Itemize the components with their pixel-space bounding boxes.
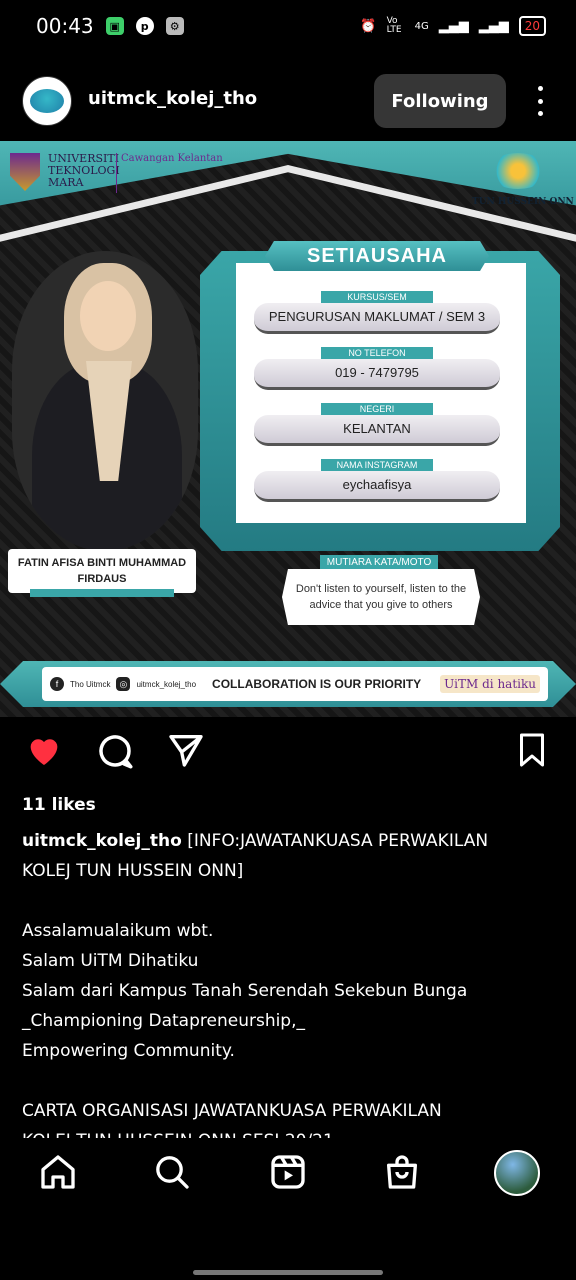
cawangan-label: Cawangan Kelantan <box>116 153 223 193</box>
field-label: NAMA INSTAGRAM <box>321 459 433 471</box>
username[interactable]: uitmck_kolej_tho <box>88 88 257 109</box>
field-value: KELANTAN <box>254 415 500 446</box>
field-label: NEGERI <box>321 403 433 415</box>
caption-username[interactable]: uitmck_kolej_tho <box>22 831 182 851</box>
search-icon[interactable] <box>152 1152 192 1192</box>
whatsapp-icon: ▣ <box>105 17 124 35</box>
comment-icon[interactable] <box>94 730 136 776</box>
profile-avatar[interactable] <box>22 76 72 126</box>
post-caption: uitmck_kolej_tho [INFO:JAWATANKUASA PERW… <box>22 826 562 1156</box>
caption-line: Salam dari Kampus Tanah Serendah Sekebun… <box>22 981 468 1001</box>
likes-count[interactable]: 11 likes <box>22 795 96 815</box>
name-card-accent <box>30 589 174 597</box>
caption-line: KOLEJ TUN HUSSEIN ONN] <box>22 861 244 881</box>
tho-logo <box>488 153 548 189</box>
settings-icon: ⚙ <box>165 17 184 35</box>
bottom-nav <box>0 1138 576 1214</box>
network-label: 4G <box>414 20 429 32</box>
post-image[interactable]: UNIVERSITI TEKNOLOGI MARA Cawangan Kelan… <box>0 141 576 717</box>
college-name: TUN HUSSEIN ONN <box>472 197 574 207</box>
footer-slogan: COLLABORATION IS OUR PRIORITY <box>212 677 422 691</box>
role-title: SETIAUSAHA <box>265 241 489 271</box>
post-actions <box>0 730 576 778</box>
uitm-name: UNIVERSITI TEKNOLOGI MARA <box>48 153 120 189</box>
field-instagram: NAMA INSTAGRAM eychaafisya <box>254 459 500 502</box>
pinterest-icon: p <box>135 17 154 35</box>
field-kursus: KURSUS/SEM PENGURUSAN MAKLUMAT / SEM 3 <box>254 291 500 334</box>
facebook-icon: f <box>50 677 64 691</box>
person-name-card: FATIN AFISA BINTI MUHAMMAD FIRDAUS <box>8 549 196 593</box>
avatar-logo <box>30 89 64 113</box>
caption-line: Empowering Community. <box>22 1041 235 1061</box>
motto-text: Don't listen to yourself, listen to the … <box>282 569 480 625</box>
volte-label: Vo LTE <box>386 16 402 35</box>
instagram-icon: ◎ <box>116 677 131 691</box>
post-header: uitmck_kolej_tho Following <box>0 72 576 130</box>
reels-icon[interactable] <box>268 1152 308 1192</box>
status-time: 00:43 <box>36 14 94 38</box>
profile-tab-avatar[interactable] <box>494 1150 540 1196</box>
caption-line: _Championing Datapreneurship,_ <box>22 1011 306 1031</box>
following-button[interactable]: Following <box>374 74 506 128</box>
home-indicator[interactable] <box>193 1270 383 1275</box>
home-icon[interactable] <box>38 1152 78 1192</box>
share-send-icon[interactable] <box>166 730 206 774</box>
uitm-name-line3: MARA <box>48 176 84 189</box>
like-heart-icon[interactable] <box>24 730 64 774</box>
field-telefon: NO TELEFON 019 - 7479795 <box>254 347 500 390</box>
field-negeri: NEGERI KELANTAN <box>254 403 500 446</box>
footer-instagram: uitmck_kolej_tho <box>136 679 197 689</box>
signal-icon: ▂▄▆ <box>438 18 469 34</box>
shop-icon[interactable] <box>382 1152 422 1192</box>
field-label: KURSUS/SEM <box>321 291 433 303</box>
field-value: PENGURUSAN MAKLUMAT / SEM 3 <box>254 303 500 334</box>
caption-line: Salam UiTM Dihatiku <box>22 951 199 971</box>
person-photo <box>12 251 198 551</box>
more-options-icon[interactable] <box>530 86 550 116</box>
alarm-icon: ⏰ <box>360 18 377 34</box>
battery-icon: 20 <box>518 16 546 36</box>
field-value: 019 - 7479795 <box>254 359 500 390</box>
footer-brand: UiTM di hatiku <box>440 675 540 693</box>
caption-line: Assalamualaikum wbt. <box>22 921 214 941</box>
footer-strip: f Tho Uitmck ◎ uitmck_kolej_tho COLLABOR… <box>42 667 548 701</box>
field-label: NO TELEFON <box>321 347 433 359</box>
signal-icon-2: ▂▄▆ <box>478 18 509 34</box>
footer-facebook: Tho Uitmck <box>70 679 111 689</box>
battery-level: 20 <box>524 19 540 33</box>
caption-blank <box>22 886 562 916</box>
person-face <box>80 281 136 351</box>
save-bookmark-icon[interactable] <box>514 730 550 774</box>
caption-blank <box>22 1066 562 1096</box>
field-value: eychaafisya <box>254 471 500 502</box>
motto-label: MUTIARA KATA/MOTO <box>320 555 438 571</box>
caption-line: [INFO:JAWATANKUASA PERWAKILAN <box>187 831 489 851</box>
status-bar: 00:43 ▣ p ⚙ ⏰ Vo LTE 4G ▂▄▆ ▂▄▆ 20 <box>0 0 576 52</box>
caption-line: CARTA ORGANISASI JAWATANKUASA PERWAKILAN <box>22 1101 442 1121</box>
